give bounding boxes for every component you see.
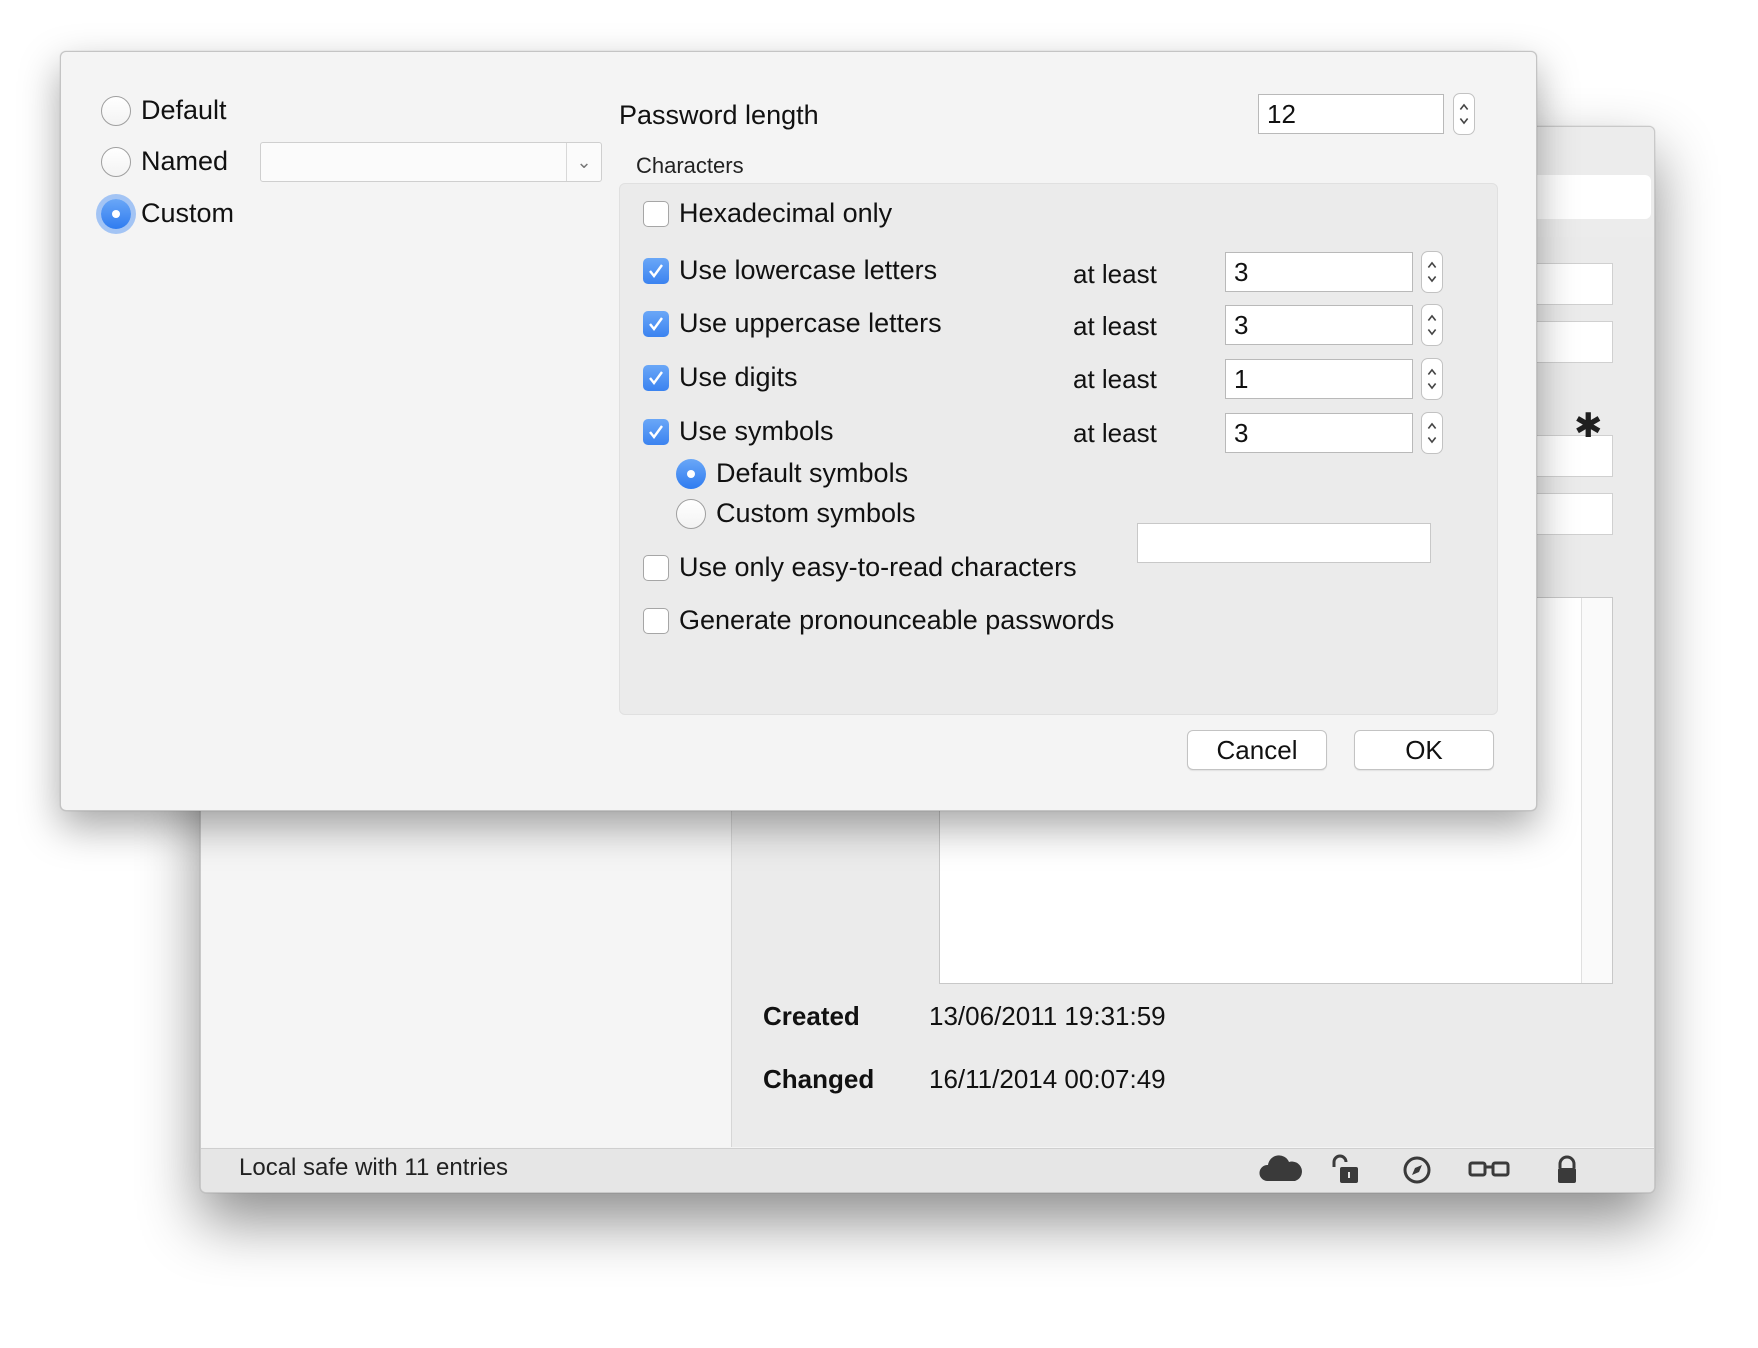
created-label: Created — [763, 1001, 860, 1031]
digits-min-field[interactable]: 1 — [1225, 359, 1413, 399]
mode-default-option[interactable]: Default — [101, 95, 227, 126]
cancel-button[interactable]: Cancel — [1187, 730, 1327, 770]
changed-value: 16/11/2014 00:07:49 — [929, 1064, 1166, 1094]
digits-min-stepper[interactable] — [1421, 358, 1443, 400]
symbols-checkbox[interactable] — [643, 418, 669, 445]
lowercase-label: Use lowercase letters — [679, 255, 938, 285]
hex-only-option[interactable]: Hexadecimal only — [643, 198, 892, 229]
digits-at-least-label: at least — [1073, 364, 1157, 394]
lowercase-option[interactable]: Use lowercase letters — [643, 255, 937, 286]
custom-symbols-radio[interactable] — [676, 498, 706, 529]
uppercase-option[interactable]: Use uppercase letters — [643, 308, 942, 339]
password-length-label: Password length — [619, 100, 819, 130]
gear-icon[interactable]: ✱ — [1574, 409, 1603, 443]
digits-option[interactable]: Use digits — [643, 362, 798, 393]
custom-symbols-field[interactable] — [1137, 523, 1431, 563]
symbols-min-field[interactable]: 3 — [1225, 413, 1413, 453]
default-radio[interactable] — [101, 95, 131, 126]
cloud-icon[interactable] — [1257, 1153, 1303, 1187]
compass-icon[interactable] — [1400, 1153, 1434, 1187]
ok-button[interactable]: OK — [1354, 730, 1494, 770]
easy-to-read-checkbox[interactable] — [643, 554, 669, 581]
uppercase-label: Use uppercase letters — [679, 308, 942, 338]
lock-icon[interactable] — [1550, 1153, 1584, 1187]
chevron-down-icon[interactable]: ⌄ — [566, 143, 601, 181]
pronounceable-label: Generate pronounceable passwords — [679, 605, 1115, 635]
easy-to-read-option[interactable]: Use only easy-to-read characters — [643, 552, 1077, 583]
hex-only-checkbox[interactable] — [643, 200, 669, 227]
glasses-icon[interactable] — [1466, 1153, 1512, 1187]
lowercase-min-stepper[interactable] — [1421, 251, 1443, 293]
password-generator-dialog: Default Named ⌄ Custom Password length 1… — [60, 51, 1537, 811]
custom-symbols-option[interactable]: Custom symbols — [676, 498, 916, 529]
pronounceable-checkbox[interactable] — [643, 607, 669, 634]
password-length-field[interactable]: 12 — [1258, 94, 1444, 134]
mode-named-option[interactable]: Named — [101, 146, 228, 177]
default-symbols-label: Default symbols — [716, 458, 909, 488]
custom-radio-label: Custom — [141, 198, 235, 228]
named-radio-label: Named — [141, 146, 229, 176]
digits-checkbox[interactable] — [643, 364, 669, 391]
lowercase-checkbox[interactable] — [643, 257, 669, 284]
hex-only-label: Hexadecimal only — [679, 198, 893, 228]
default-radio-label: Default — [141, 95, 227, 125]
custom-symbols-label: Custom symbols — [716, 498, 916, 528]
symbols-min-stepper[interactable] — [1421, 412, 1443, 454]
mode-custom-option[interactable]: Custom — [101, 198, 234, 229]
created-value: 13/06/2011 19:31:59 — [929, 1001, 1166, 1031]
symbols-at-least-label: at least — [1073, 418, 1157, 448]
pronounceable-option[interactable]: Generate pronounceable passwords — [643, 605, 1114, 636]
password-length-stepper[interactable] — [1453, 93, 1475, 135]
custom-radio[interactable] — [101, 198, 131, 229]
unlocked-icon[interactable] — [1328, 1153, 1362, 1187]
status-text: Local safe with 11 entries — [239, 1154, 509, 1181]
symbols-option[interactable]: Use symbols — [643, 416, 834, 447]
uppercase-min-stepper[interactable] — [1421, 304, 1443, 346]
characters-group-label: Characters — [636, 153, 744, 178]
status-bar: Local safe with 11 entries — [201, 1148, 1654, 1192]
lowercase-min-field[interactable]: 3 — [1225, 252, 1413, 292]
uppercase-checkbox[interactable] — [643, 310, 669, 337]
symbols-label: Use symbols — [679, 416, 834, 446]
default-symbols-radio[interactable] — [676, 458, 706, 489]
easy-to-read-label: Use only easy-to-read characters — [679, 552, 1077, 582]
lowercase-at-least-label: at least — [1073, 259, 1157, 289]
changed-label: Changed — [763, 1064, 875, 1094]
named-radio[interactable] — [101, 146, 131, 177]
uppercase-min-field[interactable]: 3 — [1225, 305, 1413, 345]
named-preset-combobox[interactable]: ⌄ — [260, 142, 602, 182]
default-symbols-option[interactable]: Default symbols — [676, 458, 908, 489]
uppercase-at-least-label: at least — [1073, 311, 1157, 341]
notes-scrollbar[interactable] — [1581, 598, 1612, 983]
digits-label: Use digits — [679, 362, 798, 392]
